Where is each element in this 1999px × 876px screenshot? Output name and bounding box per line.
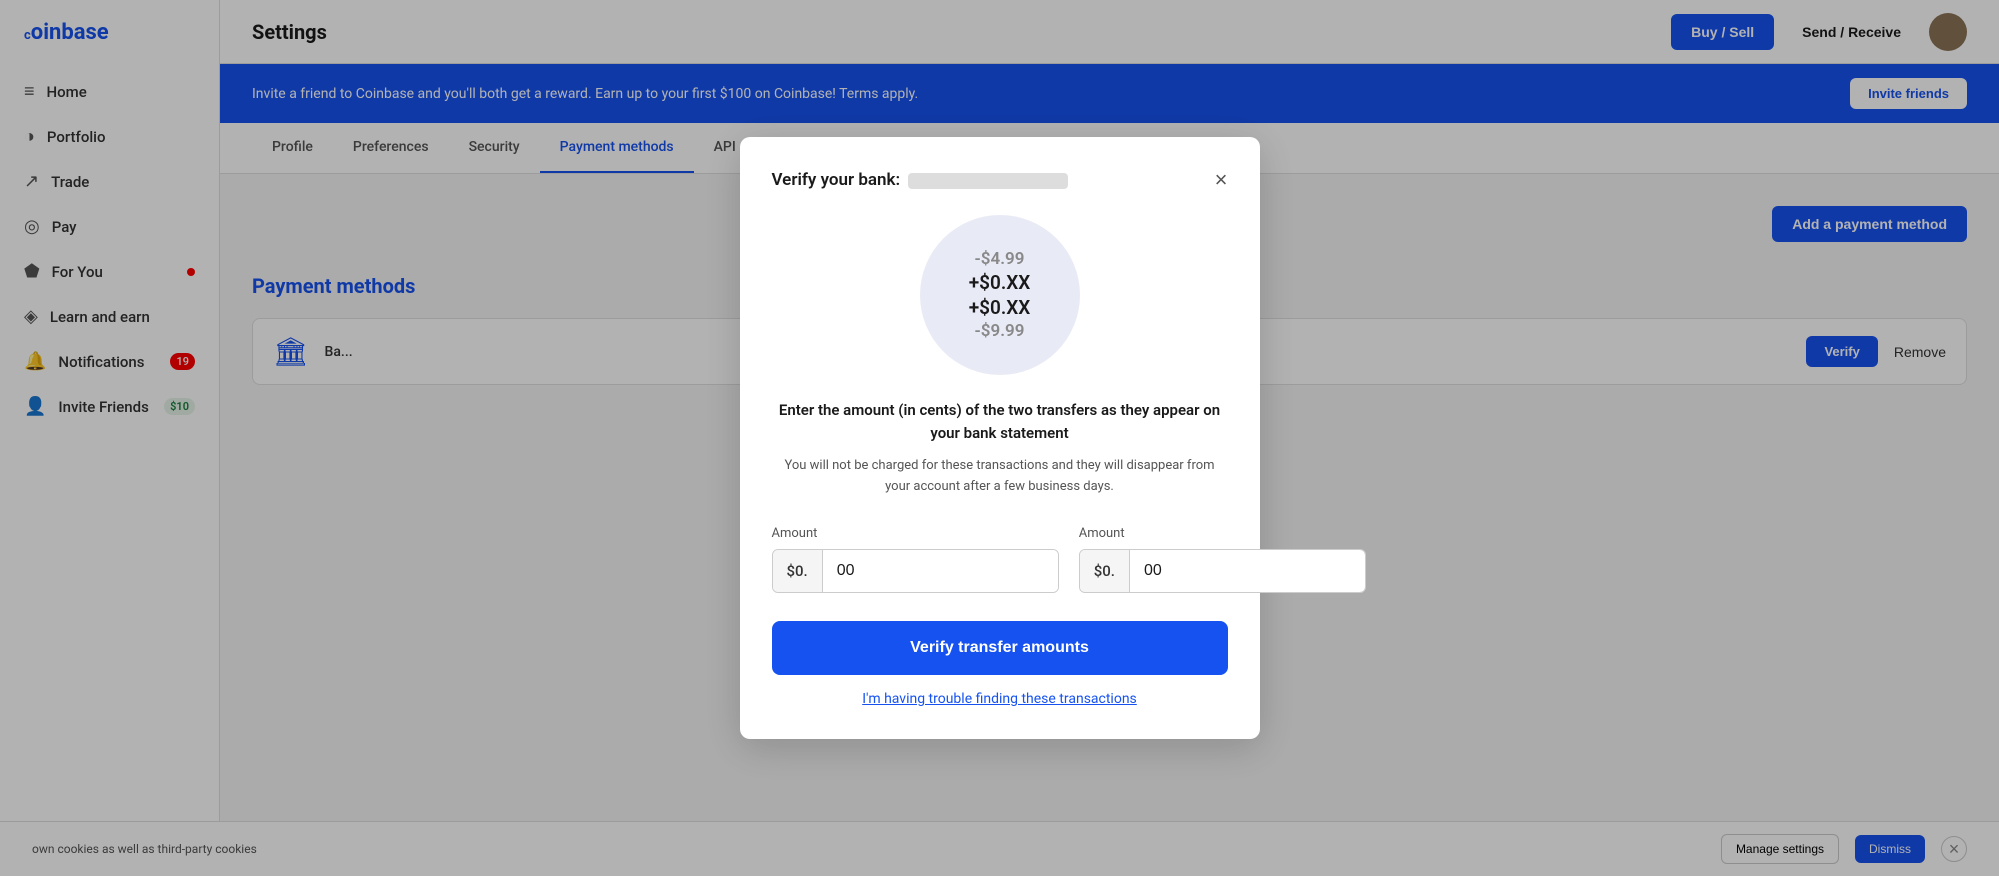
modal-description: Enter the amount (in cents) of the two t… bbox=[772, 399, 1228, 444]
modal-subdescription: You will not be charged for these transa… bbox=[772, 456, 1228, 498]
verify-transfer-button[interactable]: Verify transfer amounts bbox=[772, 621, 1228, 675]
circle-amount-2: +$0.XX bbox=[969, 271, 1031, 294]
modal-header: Verify your bank: × bbox=[772, 169, 1228, 191]
amount-input-1[interactable] bbox=[823, 550, 1058, 592]
modal-overlay[interactable]: Verify your bank: × -$4.99 +$0.XX +$0.XX… bbox=[0, 0, 1999, 876]
amount-input-2[interactable] bbox=[1130, 550, 1365, 592]
amount-prefix-2: $0. bbox=[1080, 550, 1130, 592]
amount-label-2: Amount bbox=[1079, 526, 1366, 541]
amount-group-2: Amount $0. bbox=[1079, 526, 1366, 593]
circle-amount-4: -$9.99 bbox=[975, 321, 1025, 341]
modal-close-button[interactable]: × bbox=[1215, 169, 1228, 191]
circle-amount-3: +$0.XX bbox=[969, 296, 1031, 319]
transfer-amounts-circle: -$4.99 +$0.XX +$0.XX -$9.99 bbox=[920, 215, 1080, 375]
circle-amount-1: -$4.99 bbox=[975, 249, 1025, 269]
verify-bank-modal: Verify your bank: × -$4.99 +$0.XX +$0.XX… bbox=[740, 137, 1260, 739]
amounts-row: Amount $0. Amount $0. bbox=[772, 526, 1228, 593]
modal-title: Verify your bank: bbox=[772, 170, 1207, 190]
amount-input-wrap-2: $0. bbox=[1079, 549, 1366, 593]
amount-label-1: Amount bbox=[772, 526, 1059, 541]
amount-input-wrap-1: $0. bbox=[772, 549, 1059, 593]
amount-group-1: Amount $0. bbox=[772, 526, 1059, 593]
trouble-finding-link[interactable]: I'm having trouble finding these transac… bbox=[772, 691, 1228, 707]
amount-prefix-1: $0. bbox=[773, 550, 823, 592]
bank-redacted-display bbox=[908, 173, 1068, 189]
